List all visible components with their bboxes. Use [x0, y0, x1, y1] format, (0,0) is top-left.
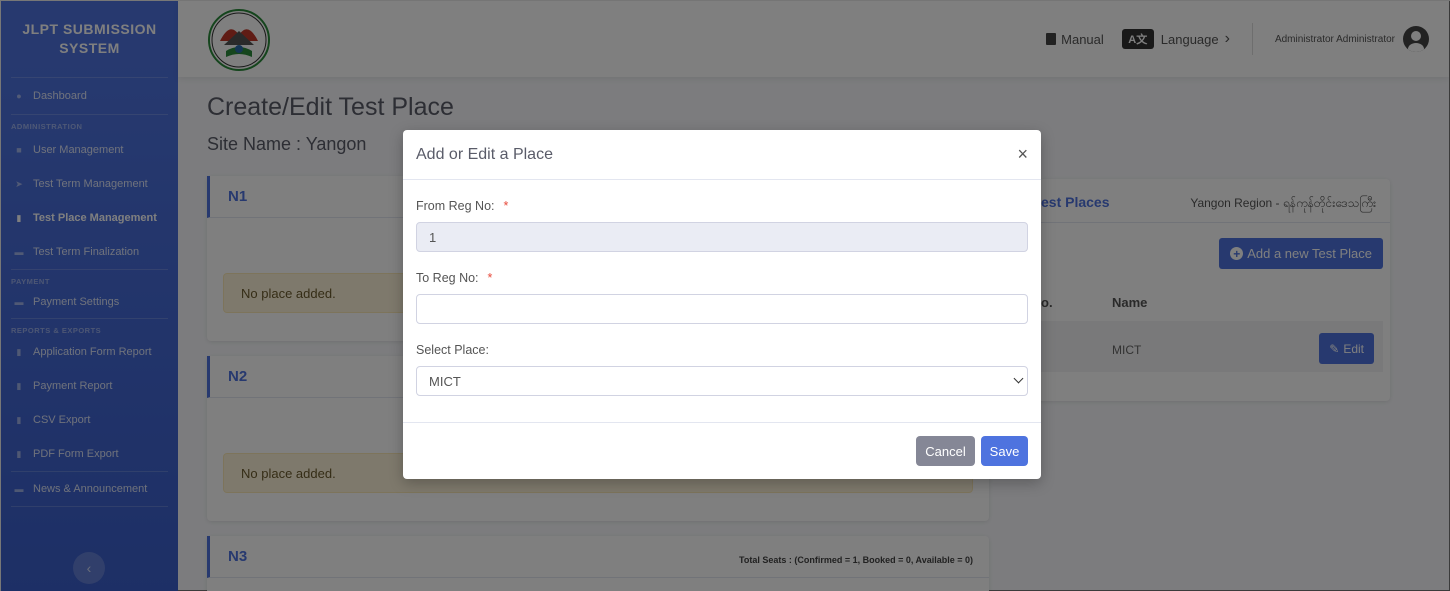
to-reg-input[interactable] — [416, 294, 1028, 324]
required-mark: * — [503, 199, 509, 213]
save-button[interactable]: Save — [981, 436, 1028, 466]
modal-footer-divider — [403, 422, 1041, 423]
to-reg-label-text: To Reg No: — [416, 271, 479, 285]
to-reg-label: To Reg No: * — [416, 271, 492, 285]
close-icon[interactable]: × — [1017, 144, 1028, 165]
place-modal: Add or Edit a Place × From Reg No: * 1 To… — [403, 130, 1041, 479]
place-select[interactable]: MICT — [416, 366, 1028, 396]
cancel-button[interactable]: Cancel — [916, 436, 975, 466]
chevron-down-icon — [1013, 373, 1024, 384]
modal-header: Add or Edit a Place × — [403, 130, 1041, 180]
select-place-label: Select Place: — [416, 343, 489, 357]
modal-title: Add or Edit a Place — [416, 145, 553, 163]
from-reg-input[interactable]: 1 — [416, 222, 1028, 252]
required-mark: * — [487, 271, 493, 285]
from-reg-label-text: From Reg No: — [416, 199, 495, 213]
place-select-value: MICT — [429, 373, 461, 389]
from-reg-label: From Reg No: * — [416, 199, 508, 213]
